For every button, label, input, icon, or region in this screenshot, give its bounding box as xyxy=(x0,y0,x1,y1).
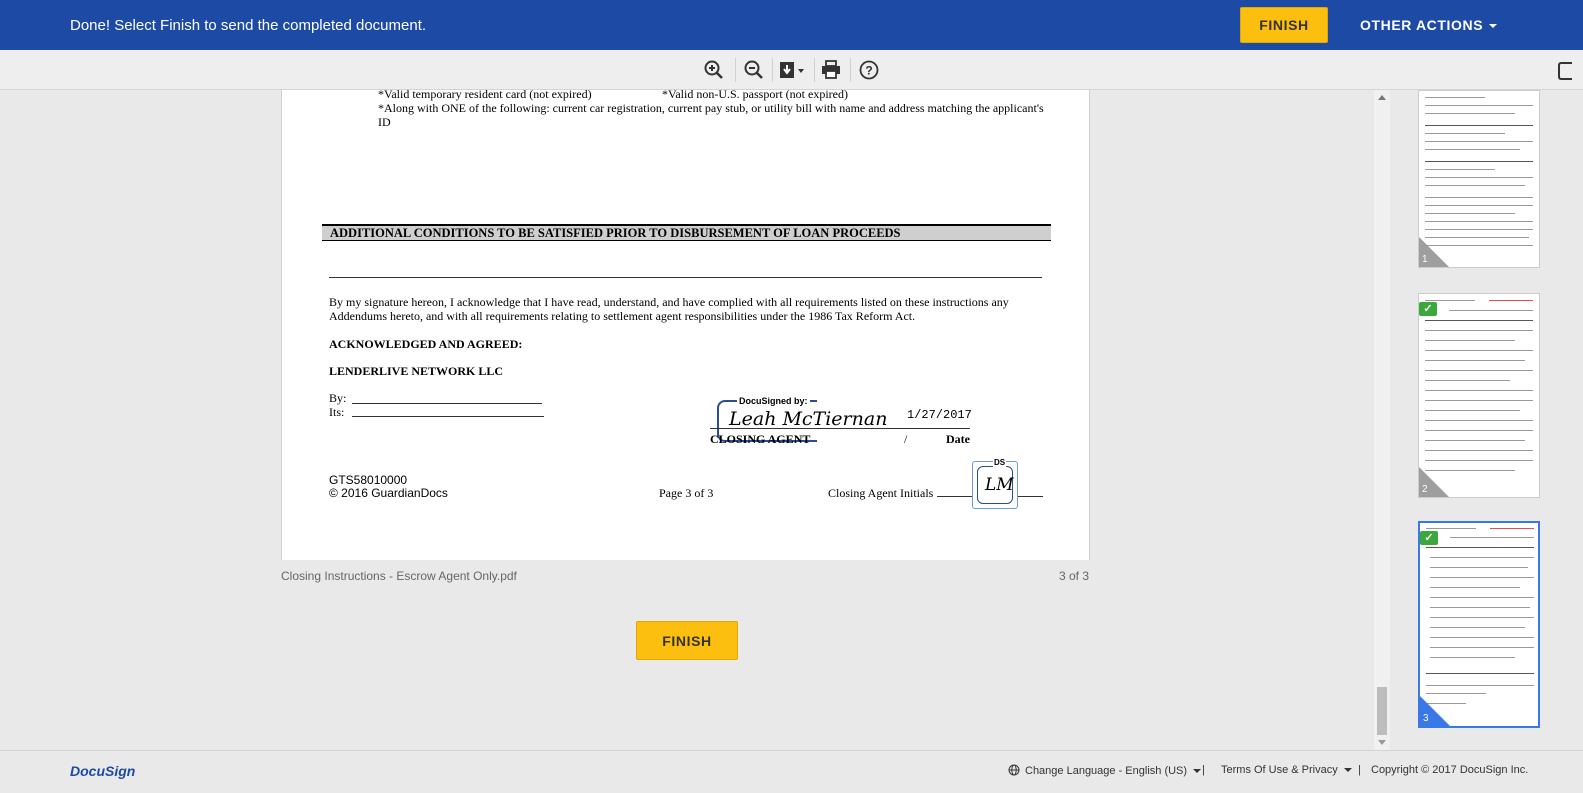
document-scrollbar[interactable] xyxy=(1374,90,1390,750)
scrollbar-thumb[interactable] xyxy=(1377,687,1387,735)
zoom-out-icon[interactable] xyxy=(743,59,765,81)
print-icon[interactable] xyxy=(820,59,842,81)
thumbnail-number: 2 xyxy=(1422,484,1428,495)
date-label: Date xyxy=(946,432,970,446)
closing-agent-signature-line xyxy=(710,428,970,429)
initials-field[interactable]: DS LM xyxy=(972,458,1018,509)
its-line xyxy=(352,416,544,417)
acknowledgement-paragraph-line1: By my signature hereon, I acknowledge th… xyxy=(329,295,1009,309)
finish-button-top[interactable]: FINISH xyxy=(1240,7,1328,43)
docusign-logo: DocuSign xyxy=(70,763,136,779)
thumbnail-number: 3 xyxy=(1423,713,1429,724)
completed-check-icon: ✓ xyxy=(1420,531,1438,545)
page-thumbnail-1[interactable]: 1 xyxy=(1418,90,1540,268)
page-thumbnails-panel: 1 ✓ 2 ✓ 3 xyxy=(1390,90,1583,750)
acknowledgement-paragraph-line2: Addendums hereto, and with all requireme… xyxy=(329,309,916,323)
document-code: GTS58010000 xyxy=(329,473,408,487)
document-viewport: *Valid temporary resident card (not expi… xyxy=(0,90,1372,750)
svg-text:?: ? xyxy=(865,64,872,78)
initials-signature: LM xyxy=(985,475,1014,495)
page-thumbnail-2[interactable]: ✓ 2 xyxy=(1418,293,1540,498)
completed-check-icon: ✓ xyxy=(1419,302,1437,316)
its-label: Its: xyxy=(329,405,345,419)
change-language-menu[interactable]: Change Language - English (US) xyxy=(1008,764,1202,777)
by-signature-line xyxy=(352,403,542,404)
terms-privacy-menu[interactable]: Terms Of Use & Privacy xyxy=(1221,764,1352,776)
document-copyright: © 2016 GuardianDocs xyxy=(329,486,448,500)
file-name: Closing Instructions - Escrow Agent Only… xyxy=(281,569,517,583)
page-footer: DocuSign Change Language - English (US) … xyxy=(0,750,1583,793)
document-toolbar: ? xyxy=(0,50,1583,90)
help-icon[interactable]: ? xyxy=(858,59,880,81)
doc-line-id: ID xyxy=(378,115,391,129)
finish-button[interactable]: FINISH xyxy=(636,621,738,660)
toolbar-separator xyxy=(772,58,773,82)
top-banner: Done! Select Finish to send the complete… xyxy=(0,0,1583,50)
blank-condition-line xyxy=(329,277,1042,278)
caret-down-icon xyxy=(1193,769,1202,774)
slash-separator: / xyxy=(904,432,908,446)
footer-separator: | xyxy=(1358,764,1361,776)
company-name: LENDERLIVE NETWORK LLC xyxy=(329,364,504,378)
by-label: By: xyxy=(329,391,347,405)
toolbar-separator xyxy=(850,58,851,82)
other-actions-label: OTHER ACTIONS xyxy=(1360,17,1484,33)
terms-privacy-label: Terms Of Use & Privacy xyxy=(1221,764,1338,776)
globe-icon xyxy=(1008,764,1020,776)
scroll-up-icon[interactable] xyxy=(1378,95,1386,100)
footer-separator: | xyxy=(1202,764,1205,776)
acknowledged-heading: ACKNOWLEDGED AND AGREED: xyxy=(329,337,523,351)
doc-line-along: *Along with ONE of the following: curren… xyxy=(378,101,1044,115)
download-icon[interactable] xyxy=(779,59,807,81)
section-title: ADDITIONAL CONDITIONS TO BE SATISFIED PR… xyxy=(330,226,901,240)
closing-agent-label: CLOSING AGENT xyxy=(710,432,811,446)
signature-date: 1/27/2017 xyxy=(907,408,972,422)
signature: Leah McTiernan xyxy=(729,408,888,430)
closing-agent-initials-label: Closing Agent Initials xyxy=(828,486,934,500)
thumbnail-panel-toggle-icon[interactable] xyxy=(1558,62,1572,80)
document-page: *Valid temporary resident card (not expi… xyxy=(281,90,1090,560)
page-thumbnail-3[interactable]: ✓ 3 xyxy=(1418,521,1540,728)
caret-down-icon xyxy=(1489,24,1498,29)
toolbar-separator xyxy=(814,58,815,82)
section-header-bar: ADDITIONAL CONDITIONS TO BE SATISFIED PR… xyxy=(322,224,1051,241)
scroll-down-icon[interactable] xyxy=(1378,740,1386,745)
doc-line-passport: *Valid non-U.S. passport (not expired) xyxy=(662,90,848,101)
page-number-label: Page 3 of 3 xyxy=(659,486,714,500)
caret-down-icon xyxy=(1343,768,1352,773)
thumbnail-number: 1 xyxy=(1422,254,1428,265)
docusigned-by-label: DocuSigned by: xyxy=(737,396,810,406)
initials-ds-label: DS xyxy=(993,458,1007,467)
change-language-label: Change Language - English (US) xyxy=(1025,765,1188,777)
page-count: 3 of 3 xyxy=(1059,569,1090,583)
completion-message: Done! Select Finish to send the complete… xyxy=(70,17,427,34)
footer-copyright: Copyright © 2017 DocuSign Inc. xyxy=(1371,764,1529,776)
other-actions-menu[interactable]: OTHER ACTIONS xyxy=(1360,17,1498,33)
doc-line-resident-card: *Valid temporary resident card (not expi… xyxy=(378,90,592,101)
zoom-in-icon[interactable] xyxy=(703,59,725,81)
toolbar-separator xyxy=(735,58,736,82)
